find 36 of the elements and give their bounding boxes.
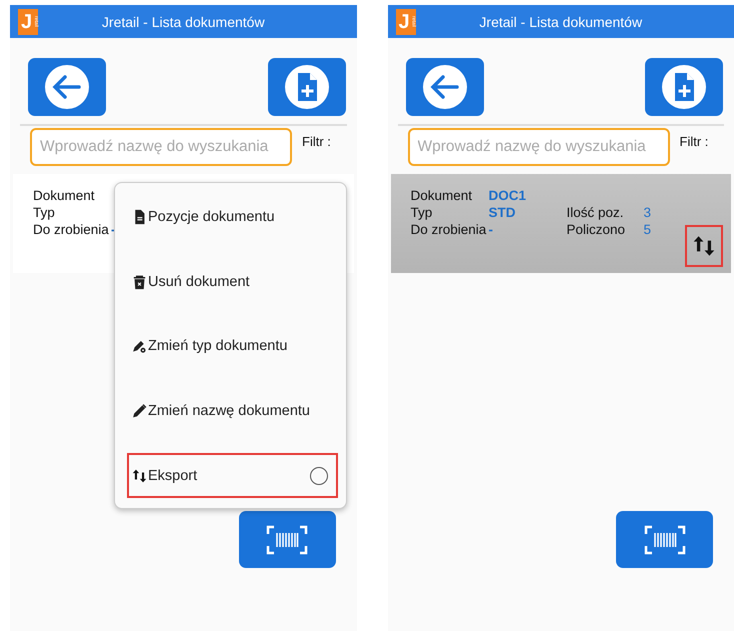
header-title: Jretail - Lista dokumentów [478, 14, 644, 30]
field-value: STD [488, 205, 516, 222]
barcode-icon [266, 524, 308, 554]
barcode-scan-button[interactable] [238, 511, 336, 568]
field-label: Dokument [33, 188, 96, 205]
field-value: DOC1 [488, 188, 528, 205]
menu-item[interactable]: Eksport [127, 453, 338, 498]
field-label: Ilość poz. [566, 205, 625, 222]
new-document-button[interactable] [645, 58, 723, 116]
field-label: Do zrobienia [33, 222, 110, 239]
barcode-icon [644, 524, 686, 554]
menu-item[interactable]: Pozycje dokumentu [127, 195, 338, 240]
field-value: 5 [644, 222, 652, 239]
search-field[interactable]: Wprowadź nazwę do wyszukania [30, 128, 292, 166]
field-label: Typ [410, 205, 434, 222]
field-label: Dokument [410, 188, 474, 205]
trash-icon [131, 272, 148, 291]
back-button[interactable] [28, 58, 106, 116]
field-label: Do zrobienia [410, 222, 488, 239]
search-field[interactable]: Wprowadź nazwę do wyszukania [408, 128, 670, 166]
menu-item[interactable]: Zmień nazwę dokumentu [127, 388, 338, 434]
field-value: 3 [644, 205, 652, 222]
menu-item[interactable]: Zmień typ dokumentu [127, 324, 338, 369]
barcode-scan-button[interactable] [616, 511, 713, 568]
field-value: - [488, 222, 494, 239]
new-document-button[interactable] [268, 58, 346, 116]
pencil-icon [131, 402, 148, 420]
filter-label: Filtr : [680, 133, 708, 151]
radio-button[interactable] [310, 466, 328, 485]
document-card[interactable]: Dokument DOC1 Typ STD Do zrobienia - Ilość poz. 3 Policzono 5 [390, 174, 731, 273]
menu-item[interactable]: Usuń dokument [127, 260, 338, 304]
header-title: Jretail - Lista dokumentów [100, 14, 266, 30]
field-label: Typ [33, 205, 56, 222]
filter-label: Filtr : [302, 133, 331, 151]
field-label: Policzono [566, 222, 626, 239]
back-button[interactable] [406, 58, 484, 116]
